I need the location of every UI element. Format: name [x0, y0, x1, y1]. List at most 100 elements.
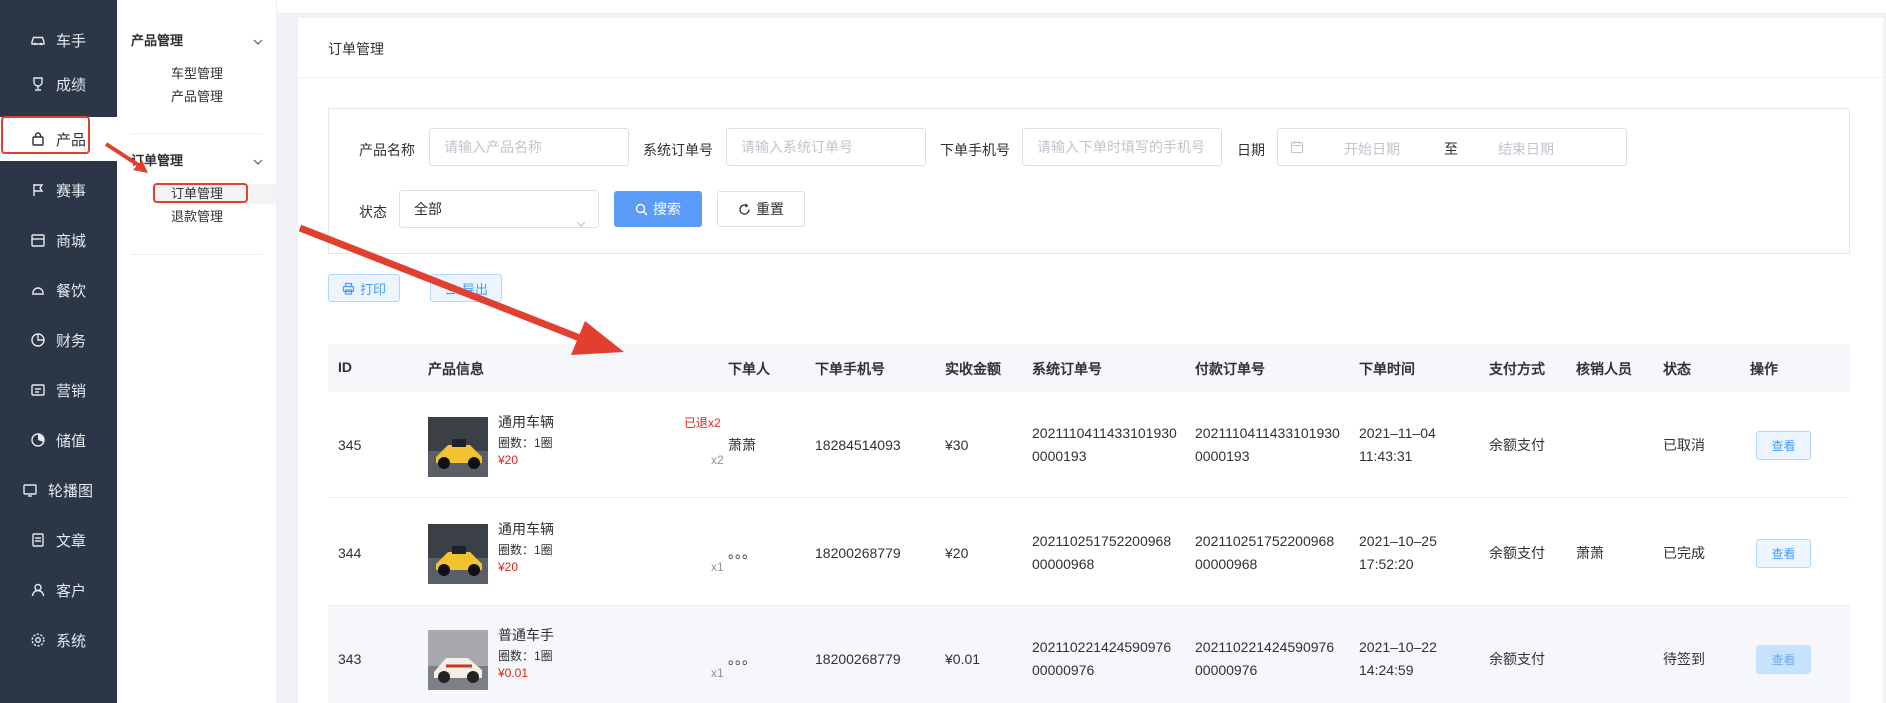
column-header: 下单手机号: [815, 361, 885, 377]
product-laps: 圈数：1圈: [498, 436, 553, 450]
product-quantity: x2: [711, 453, 724, 467]
cell-sys-order-cont: 0000193: [1032, 448, 1087, 464]
column-header: 下单时间: [1359, 361, 1415, 377]
nav-item-system[interactable]: 系统: [0, 618, 117, 662]
submenu-item-model[interactable]: 车型管理: [153, 64, 249, 84]
column-header: 状态: [1663, 361, 1691, 377]
phone-label: 下单手机号: [940, 142, 1010, 158]
sub-menu: 产品管理 车型管理 产品管理 订单管理 订单管理 退款管理: [117, 0, 277, 703]
cell-pay-order: 202110221424590976: [1195, 639, 1335, 655]
nav-item-carousel[interactable]: 轮播图: [0, 468, 117, 512]
column-header: ID: [338, 359, 352, 375]
date-start: 开始日期: [1344, 141, 1400, 157]
table-row: 345 通用车辆 圈数：1圈 ¥20 已退x2 x2 萧萧 1828451409…: [328, 392, 1850, 498]
product-price: ¥20: [498, 453, 519, 467]
submenu-group-orders[interactable]: 订单管理: [131, 150, 263, 169]
table-row: 343 普通车手 圈数：1圈 ¥0.01 x1 。。。 18200268779 …: [328, 606, 1850, 703]
submenu-item-refunds[interactable]: 退款管理: [153, 207, 249, 227]
nav-item-marketing[interactable]: 营销: [0, 368, 117, 412]
filter-form: 产品名称 请输入产品名称 系统订单号 请输入系统订单号 下单手机号 请输入下单时…: [328, 108, 1850, 254]
nav-item-dining[interactable]: 餐饮: [0, 268, 117, 312]
car-icon: [30, 32, 46, 48]
cell-amount: ¥20: [945, 545, 969, 561]
nav-item-store[interactable]: 商城: [0, 218, 117, 262]
cell-sys-order-cont: 00000976: [1032, 662, 1095, 678]
view-button[interactable]: 查看: [1756, 539, 1811, 568]
product-laps: 圈数：1圈: [498, 649, 553, 663]
submenu-item-product[interactable]: 产品管理: [153, 87, 249, 107]
cell-pay-order-cont: 00000976: [1195, 662, 1258, 678]
cell-buyer: 。。。: [728, 651, 756, 667]
export-button[interactable]: 导出: [430, 274, 502, 302]
cell-buyer: 。。。: [728, 545, 756, 561]
reset-button[interactable]: 重置: [717, 191, 805, 227]
product-name-label: 产品名称: [359, 142, 415, 158]
print-button[interactable]: 打印: [328, 274, 400, 302]
cell-sys-order: 2021110411433101930: [1032, 425, 1177, 441]
order-no-input[interactable]: 请输入系统订单号: [726, 128, 926, 166]
cell-pay-order: 202110251752200968: [1195, 533, 1335, 549]
product-thumbnail: [428, 524, 488, 584]
gear-icon: [30, 632, 46, 648]
column-header: 付款订单号: [1195, 361, 1265, 377]
chevron-down-icon: [576, 205, 586, 227]
cell-id: 344: [338, 545, 362, 561]
cell-pay-method: 余额支付: [1489, 437, 1545, 453]
main-nav: 车手 成绩 产品 赛事 商城 餐饮 财务 营销 储值 轮播图 文章 客户 系统: [0, 0, 117, 703]
cell-date: 2021–10–25: [1359, 533, 1437, 549]
nav-item-articles[interactable]: 文章: [0, 518, 117, 562]
chevron-down-icon: [253, 35, 263, 45]
date-separator: 至: [1444, 141, 1458, 157]
cell-id: 343: [338, 651, 362, 667]
submenu-divider: [131, 133, 263, 134]
nav-item-results[interactable]: 成绩: [0, 62, 117, 106]
nav-item-stored-value[interactable]: 储值: [0, 418, 117, 462]
cell-pay-method: 余额支付: [1489, 545, 1545, 561]
refresh-icon: [738, 202, 751, 216]
page-title: 订单管理: [328, 41, 384, 57]
table-header: ID 产品信息 下单人 下单手机号 实收金额 系统订单号 付款订单号 下单时间 …: [328, 344, 1850, 392]
submenu-group-products[interactable]: 产品管理: [131, 30, 263, 49]
product-name-input[interactable]: 请输入产品名称: [429, 128, 629, 166]
cell-amount: ¥0.01: [945, 651, 981, 667]
search-button[interactable]: 搜索: [614, 191, 702, 227]
product-quantity: x1: [711, 666, 724, 680]
product-laps: 圈数：1圈: [498, 543, 553, 557]
nav-item-customers[interactable]: 客户: [0, 568, 117, 612]
status-select[interactable]: 全部: [399, 190, 599, 228]
product-name: 普通车手: [498, 627, 554, 643]
cell-date: 2021–11–04: [1359, 425, 1436, 441]
product-price: ¥20: [498, 560, 519, 574]
column-header: 系统订单号: [1032, 361, 1102, 377]
phone-input[interactable]: 请输入下单时填写的手机号: [1022, 128, 1222, 166]
cell-verifier: 萧萧: [1576, 545, 1604, 561]
cell-date: 2021–10–22: [1359, 639, 1437, 655]
view-button[interactable]: 查看: [1756, 645, 1811, 674]
printer-icon: [342, 282, 355, 295]
wallet-icon: [30, 432, 46, 448]
date-range-picker[interactable]: 开始日期 至 结束日期: [1277, 128, 1627, 166]
chevron-down-icon: [253, 155, 263, 165]
column-header: 实收金额: [945, 361, 1001, 377]
table-row: 344 通用车辆 圈数：1圈 ¥20 x1 。。。 18200268779 ¥2…: [328, 500, 1850, 606]
nav-item-finance[interactable]: 财务: [0, 318, 117, 362]
cell-sys-order: 202110221424590976: [1032, 639, 1172, 655]
column-header: 支付方式: [1489, 361, 1545, 377]
cell-status: 待签到: [1663, 651, 1705, 667]
top-bar: [277, 0, 1886, 14]
product-name: 通用车辆: [498, 521, 554, 537]
trophy-icon: [30, 76, 46, 92]
cell-time: 17:52:20: [1359, 556, 1414, 572]
date-end: 结束日期: [1498, 141, 1554, 157]
refund-badge: 已退x2: [684, 416, 721, 430]
calendar-icon: [1290, 140, 1304, 154]
view-button[interactable]: 查看: [1756, 431, 1811, 460]
panel-header: 订单管理: [298, 18, 1883, 78]
nav-item-events[interactable]: 赛事: [0, 168, 117, 212]
product-thumbnail: [428, 417, 488, 477]
cell-pay-method: 余额支付: [1489, 651, 1545, 667]
nav-item-drivers[interactable]: 车手: [0, 18, 117, 62]
product-price: ¥0.01: [498, 666, 529, 680]
annotation-box: [1, 116, 90, 154]
product-quantity: x1: [711, 560, 724, 574]
